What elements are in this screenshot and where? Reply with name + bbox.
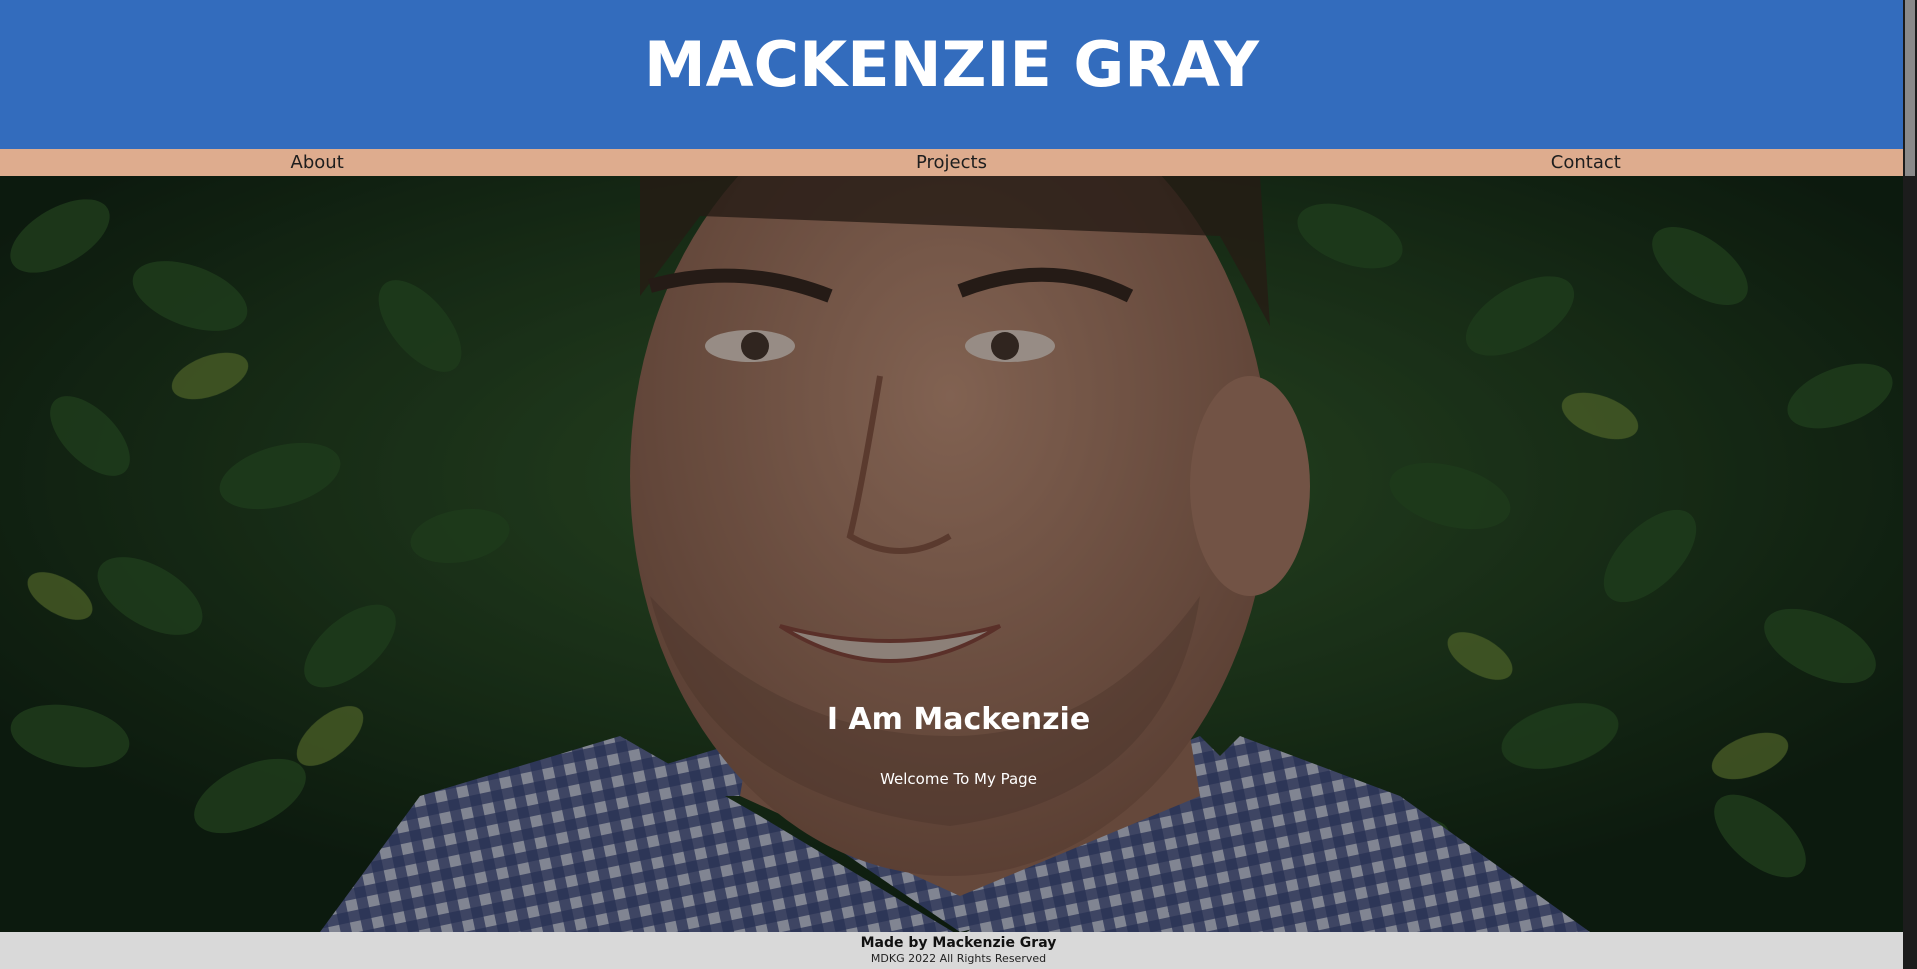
scrollbar[interactable] xyxy=(1903,0,1917,969)
scrollbar-thumb[interactable] xyxy=(1905,0,1915,176)
hero-subtitle: Welcome To My Page xyxy=(880,770,1037,788)
hero-title: I Am Mackenzie xyxy=(826,702,1091,737)
nav-link-projects[interactable]: Projects xyxy=(634,149,1268,176)
hero-dim-overlay xyxy=(0,176,1917,932)
main-nav: About Projects Contact xyxy=(0,149,1903,176)
hero-section: I Am Mackenzie Welcome To My Page xyxy=(0,176,1917,932)
footer-copyright: MDKG 2022 All Rights Reserved xyxy=(870,952,1047,965)
site-footer: Made by Mackenzie Gray MDKG 2022 All Rig… xyxy=(0,932,1917,969)
page: MACKENZIE GRAY About Projects Contact I … xyxy=(0,0,1917,969)
site-title: MACKENZIE GRAY xyxy=(643,28,1259,101)
site-header: MACKENZIE GRAY xyxy=(0,0,1903,149)
nav-link-about[interactable]: About xyxy=(0,149,634,176)
footer-made-by: Made by Mackenzie Gray xyxy=(860,935,1057,951)
nav-link-contact[interactable]: Contact xyxy=(1269,149,1903,176)
